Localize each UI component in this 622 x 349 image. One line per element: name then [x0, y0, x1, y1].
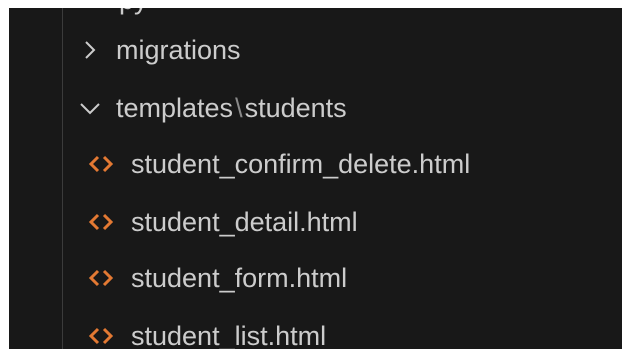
- file-label: student_form.html: [131, 262, 348, 293]
- tree-file-item[interactable]: student_detail.html: [9, 194, 622, 250]
- file-label: student_confirm_delete.html: [131, 148, 471, 179]
- folder-label: migrations: [116, 34, 241, 65]
- file-label: student_list.html: [131, 320, 327, 349]
- path-separator: \: [235, 92, 243, 123]
- html-file-icon: [87, 267, 115, 289]
- tree-file-item[interactable]: student_confirm_delete.html: [9, 136, 622, 192]
- file-explorer-tree: py migrations templates \ students stude…: [9, 8, 622, 349]
- html-file-icon: [87, 325, 115, 347]
- folder-label-child: students: [244, 92, 347, 123]
- html-file-icon: [87, 153, 115, 175]
- file-label: student_detail.html: [131, 206, 358, 237]
- folder-label-parent: templates: [116, 92, 234, 123]
- tree-item-label: py: [119, 8, 148, 16]
- html-file-icon: [87, 211, 115, 233]
- tree-file-item[interactable]: student_form.html: [9, 250, 622, 306]
- tree-file-item[interactable]: student_list.html: [9, 308, 622, 349]
- tree-folder-migrations[interactable]: migrations: [9, 22, 622, 78]
- tree-folder-templates-students[interactable]: templates \ students: [9, 80, 622, 136]
- chevron-right-icon[interactable]: [79, 39, 101, 61]
- chevron-down-icon[interactable]: [79, 97, 101, 119]
